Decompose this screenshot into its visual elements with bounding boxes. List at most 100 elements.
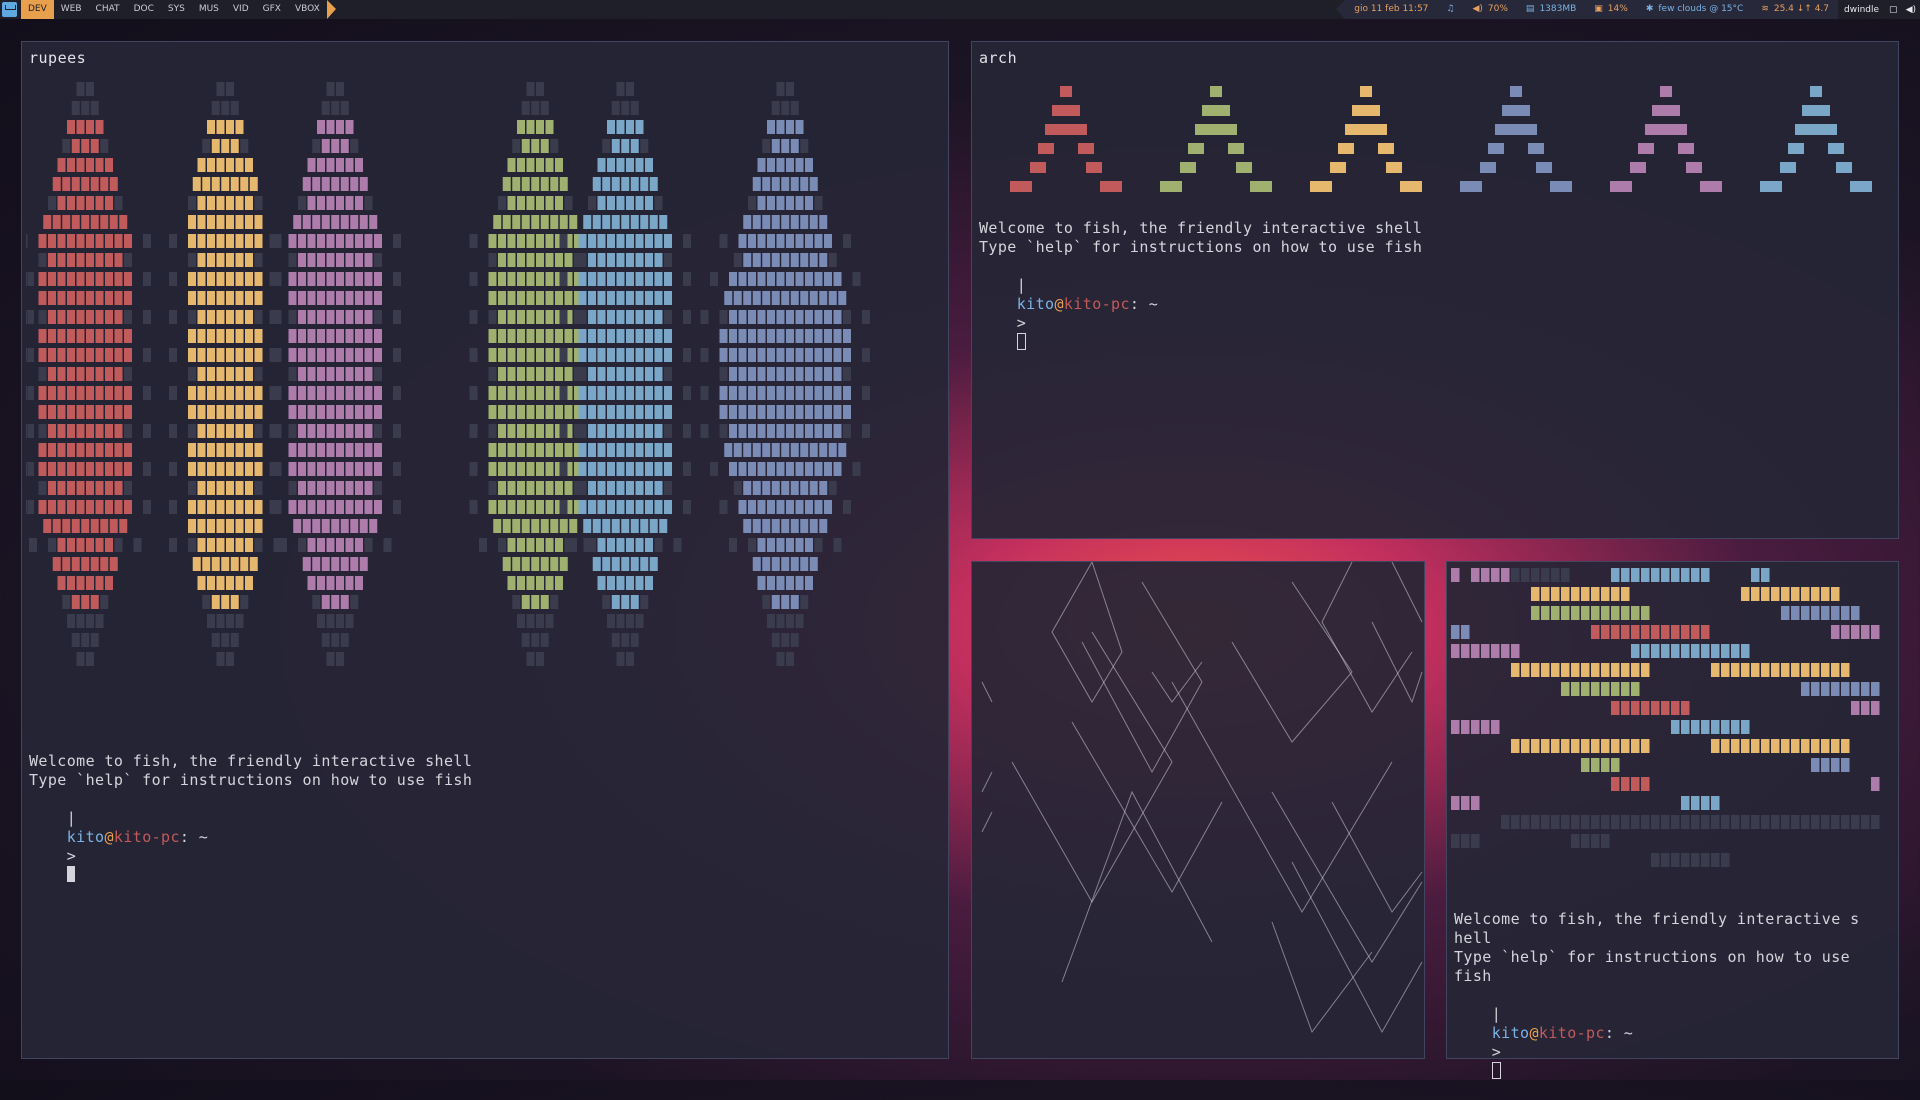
color-block [1511, 663, 1520, 677]
rupee-block [550, 519, 559, 533]
color-block [1781, 606, 1790, 620]
rupee-block [307, 234, 316, 248]
rupee-block [630, 519, 639, 533]
rupee-block [355, 386, 363, 400]
rupee-block [526, 386, 535, 400]
rupee-block [76, 443, 85, 457]
tray-speaker-icon[interactable]: ◀) [1902, 5, 1920, 15]
workspace-mus[interactable]: MUS [192, 0, 226, 19]
rupee-block [578, 234, 587, 248]
diamond-line [1271, 791, 1423, 963]
rupee-block [781, 595, 790, 609]
color-block [1671, 568, 1680, 582]
workspace-web[interactable]: WEB [54, 0, 89, 19]
rupee-block [654, 443, 663, 457]
rupee-block [555, 291, 563, 305]
rupee-block [805, 462, 813, 476]
rupee-block [321, 595, 330, 609]
workspace-gfx[interactable]: GFX [256, 0, 288, 19]
rupee-block [254, 519, 263, 533]
terminal-arch[interactable]: arch Welcome to fish, the friendly inter… [971, 41, 1899, 539]
weather-module[interactable]: ✱ few clouds @ 15°C [1636, 0, 1753, 19]
rupee-block [340, 177, 349, 191]
color-block [1601, 606, 1610, 620]
color-block [1561, 568, 1570, 582]
rupee-block [645, 462, 653, 476]
rupee-block [57, 576, 66, 590]
rupee-block [124, 234, 132, 248]
color-block [1661, 853, 1670, 867]
color-block [1831, 815, 1840, 829]
rupee-block [738, 310, 747, 324]
arch-logo-icon[interactable] [2, 2, 17, 17]
music-module[interactable]: ♫ [1437, 0, 1464, 19]
rupee-block [588, 367, 596, 381]
rupee-block [326, 82, 335, 96]
cpu-text: 14% [1607, 4, 1628, 14]
shell-prompt[interactable]: | kito@kito-pc: ~ > [1454, 986, 1633, 1100]
rupee-block [469, 462, 478, 476]
rupee-block [57, 443, 66, 457]
rupee-block [795, 500, 804, 514]
terminal-rupees[interactable]: rupees Welcome to fish, the friendly int… [21, 41, 949, 1059]
workspace-vbox[interactable]: VBOX [288, 0, 327, 19]
datetime-module[interactable]: gio 11 feb 11:57 [1345, 0, 1438, 19]
color-block [1451, 834, 1460, 848]
rupee-block [502, 557, 511, 571]
color-block [1851, 682, 1860, 696]
rupee-block [502, 215, 511, 229]
tray-window-icon[interactable]: ▢ [1885, 5, 1902, 15]
workspace-vid[interactable]: VID [226, 0, 256, 19]
rupee-block [298, 310, 306, 324]
rupee-block [207, 405, 215, 419]
memory-module[interactable]: ▤ 1383MB [1516, 0, 1586, 19]
rupee-block [654, 367, 663, 381]
rupee-block [188, 291, 196, 305]
rupee-block [498, 462, 506, 476]
rupee-block [105, 367, 113, 381]
volume-module[interactable]: ◀) 70% [1463, 0, 1517, 19]
rupee-block [531, 557, 540, 571]
rupee-block [76, 405, 85, 419]
rupee-block [488, 310, 497, 324]
color-block [1681, 853, 1690, 867]
rupee-block [81, 595, 90, 609]
shell-prompt[interactable]: | kito@kito-pc: ~ > [979, 257, 1158, 371]
rupee-block [124, 443, 132, 457]
network-module[interactable]: ≋ 25.4 ↓↑ 4.7 [1752, 0, 1839, 19]
color-block [1861, 815, 1870, 829]
rupee-block [307, 253, 316, 267]
shell-prompt[interactable]: | kito@kito-pc: ~ > [29, 790, 208, 904]
rupee-block [307, 367, 316, 381]
rupee-block [38, 500, 47, 514]
terminal-line-art[interactable] [971, 561, 1425, 1059]
workspace-dev[interactable]: DEV [21, 0, 54, 19]
workspace-chat[interactable]: CHAT [89, 0, 127, 19]
color-block [1801, 682, 1810, 696]
workspace-sys[interactable]: SYS [161, 0, 192, 19]
rupee-block [762, 291, 771, 305]
color-block [1731, 720, 1740, 734]
rupee-block [733, 443, 742, 457]
rupee-block [197, 424, 206, 438]
rupee-block [114, 538, 123, 552]
rupee-block [169, 234, 177, 248]
rupee-block [771, 139, 780, 153]
terminal-blocks[interactable]: Welcome to fish, the friendly interactiv… [1446, 561, 1899, 1079]
color-block [1751, 739, 1760, 753]
rupee-block [729, 367, 737, 381]
workspace-doc[interactable]: DOC [127, 0, 161, 19]
diamond-line [981, 771, 993, 793]
rupee-block [336, 120, 344, 134]
arch-block [1400, 181, 1422, 192]
rupee-block [640, 519, 649, 533]
cpu-module[interactable]: ▣ 14% [1585, 0, 1637, 19]
rupee-block [52, 557, 61, 571]
diamond-line [1391, 562, 1423, 623]
rupee-block [317, 367, 325, 381]
rupee-block [640, 595, 649, 609]
color-block [1841, 758, 1850, 772]
rupee-block [654, 196, 663, 210]
rupee-block [67, 158, 75, 172]
rupee-block [95, 576, 104, 590]
